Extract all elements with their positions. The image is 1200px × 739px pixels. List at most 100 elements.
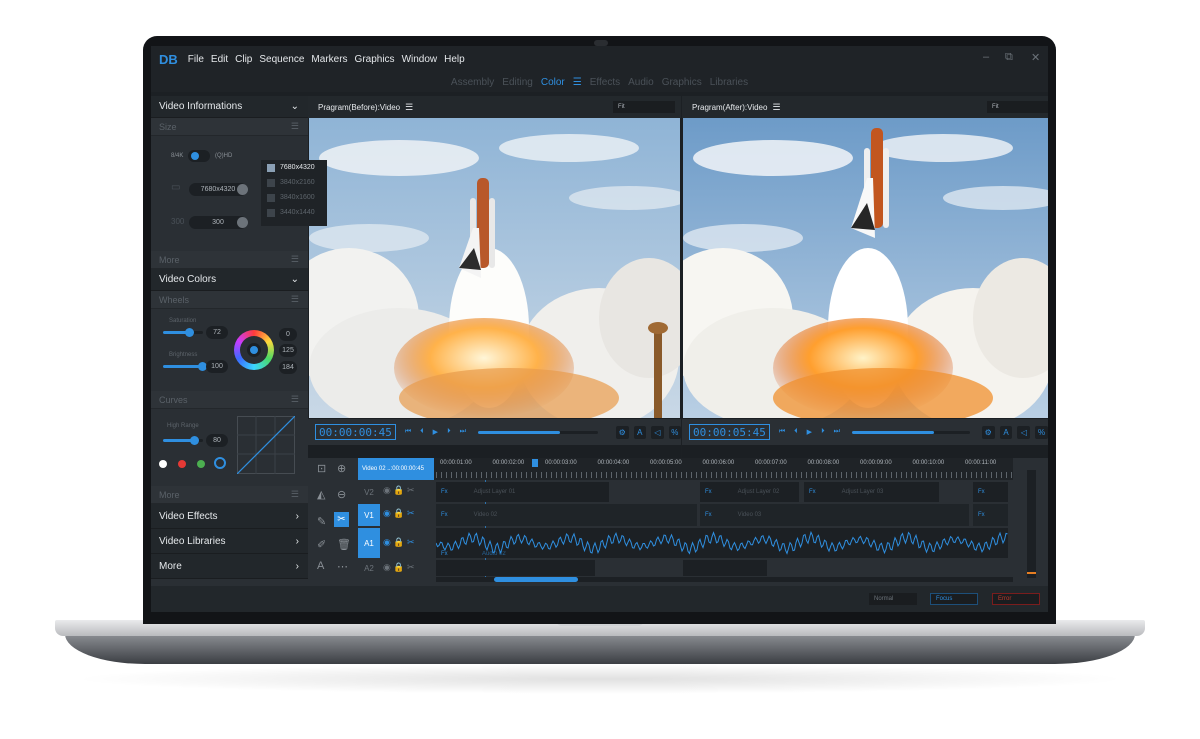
size-section-header[interactable]: Size ☰ (151, 118, 308, 136)
timecode-before[interactable]: 00:00:00:45 (315, 424, 396, 440)
brush-icon[interactable]: ✐ (317, 538, 326, 551)
clip-adjust-03[interactable]: Fx Adjust Layer 03 (804, 482, 940, 502)
status-focus[interactable]: Focus (930, 593, 978, 605)
resolution-option[interactable]: 7680x4320 (261, 160, 327, 175)
green-channel-dot[interactable] (197, 460, 205, 468)
hamburger-icon[interactable]: ☰ (291, 254, 299, 265)
volume-icon[interactable]: ◁ (1017, 425, 1031, 439)
resolution-option[interactable]: 3840x1600 (261, 190, 327, 205)
resolution-stepper-icon[interactable] (237, 184, 248, 195)
zoom-in-icon[interactable]: ⊕ (337, 462, 346, 475)
clip-audio-a2-1[interactable] (436, 560, 596, 576)
tab-audio[interactable]: Audio (628, 77, 654, 88)
clip-audio-a2-2[interactable] (683, 560, 768, 576)
link-icon[interactable]: % (1035, 425, 1048, 439)
play-icon[interactable]: ▶ (807, 428, 812, 436)
step-back-icon[interactable]: ⏴ (794, 428, 798, 436)
high-range-value[interactable]: 80 (206, 434, 228, 447)
skip-back-icon[interactable]: ⏮ (779, 428, 785, 436)
status-normal[interactable]: Normal (869, 593, 917, 605)
timeline-scrollbar[interactable] (436, 577, 1013, 582)
brightness-value[interactable]: 100 (206, 360, 228, 373)
wheels-section-header[interactable]: Wheels ☰ (151, 291, 308, 309)
video-libraries-header[interactable]: Video Libraries › (151, 529, 308, 554)
zoom-fit-icon[interactable]: ⊡ (317, 462, 326, 475)
a2-controls[interactable]: ◉ 🔒 ✂ (383, 562, 415, 573)
more-section-header[interactable]: More ☰ (151, 251, 308, 269)
timecode-after[interactable]: 00:00:05:45 (689, 424, 770, 440)
clip-video-03[interactable]: Fx Video 03 (700, 504, 970, 526)
tab-color[interactable]: Color (541, 77, 565, 88)
restore-icon[interactable]: ⧉ (1005, 51, 1013, 64)
tab-color-menu-icon[interactable]: ☰ (573, 77, 582, 88)
v2-controls[interactable]: ◉ 🔒 ✂ (383, 485, 415, 496)
color-wheel-icon[interactable] (234, 330, 274, 370)
status-error[interactable]: Error (992, 593, 1040, 605)
high-range-handle[interactable] (190, 436, 199, 445)
text-icon[interactable]: A (999, 425, 1013, 439)
step-forward-icon[interactable]: ⏵ (821, 428, 825, 436)
clip-video-02[interactable]: Fx Video 02 (436, 504, 698, 526)
red-channel-dot[interactable] (178, 460, 186, 468)
resolution-toggle[interactable] (188, 150, 210, 162)
menu-markers[interactable]: Markers (311, 54, 347, 65)
menu-edit[interactable]: Edit (211, 54, 228, 65)
trash-icon[interactable]: 🗑 (337, 538, 351, 551)
clip-adjust-04[interactable]: Fx (973, 482, 1009, 502)
blue-value[interactable]: 184 (279, 361, 297, 374)
green-value[interactable]: 125 (279, 344, 297, 357)
scrollbar-thumb[interactable] (494, 577, 578, 582)
step-back-icon[interactable]: ⏴ (420, 428, 424, 436)
hamburger-icon[interactable]: ☰ (772, 102, 780, 113)
ripple-icon[interactable]: ◭ (317, 488, 325, 501)
playhead-marker[interactable] (532, 459, 538, 467)
type-icon[interactable]: A (317, 560, 324, 572)
tab-editing[interactable]: Editing (502, 77, 533, 88)
razor-icon[interactable]: ✂ (334, 512, 349, 527)
dpi-stepper-icon[interactable] (237, 217, 248, 228)
fit-select[interactable]: Fit (613, 101, 675, 113)
track-a1[interactable]: A1 (358, 528, 380, 558)
resolution-option[interactable]: 3840x2160 (261, 175, 327, 190)
scrub-bar-after[interactable] (851, 430, 970, 434)
curves-section-header[interactable]: Curves ☰ (151, 391, 308, 409)
menu-window[interactable]: Window (402, 54, 438, 65)
text-icon[interactable]: A (633, 425, 647, 439)
saturation-handle[interactable] (185, 328, 194, 337)
zoom-out-icon[interactable]: ⊖ (337, 488, 346, 501)
tab-graphics[interactable]: Graphics (662, 77, 702, 88)
saturation-value[interactable]: 72 (206, 326, 228, 339)
step-forward-icon[interactable]: ⏵ (447, 428, 451, 436)
hamburger-icon[interactable]: ☰ (405, 102, 413, 113)
more-icon[interactable]: ⋯ (337, 560, 348, 573)
menu-help[interactable]: Help (444, 54, 465, 65)
video-effects-header[interactable]: Video Effects › (151, 504, 308, 529)
resolution-option[interactable]: 3440x1440 (261, 205, 327, 220)
volume-icon[interactable]: ◁ (651, 425, 664, 439)
track-v1[interactable]: V1 (358, 504, 380, 526)
more-section-header-2[interactable]: More ☰ (151, 486, 308, 504)
scrub-bar-before[interactable] (477, 430, 599, 434)
settings-icon[interactable]: ⚙ (616, 425, 629, 439)
color-wheel-handle[interactable] (247, 343, 261, 357)
skip-forward-icon[interactable]: ⏭ (460, 428, 466, 436)
hamburger-icon[interactable]: ☰ (291, 294, 299, 305)
pen-icon[interactable]: ✎ (317, 515, 326, 528)
clip-audio-02[interactable]: Fx Audio 02 (436, 528, 1009, 558)
hamburger-icon[interactable]: ☰ (291, 394, 299, 405)
track-v2[interactable]: V2 (358, 482, 380, 502)
more-header[interactable]: More › (151, 554, 308, 579)
curve-graph[interactable] (237, 416, 295, 474)
link-icon[interactable]: % (668, 425, 682, 439)
hamburger-icon[interactable]: ☰ (291, 489, 299, 500)
video-colors-header[interactable]: Video Colors ⌄ (151, 269, 308, 291)
clip-video-04[interactable]: Fx (973, 504, 1009, 526)
hamburger-icon[interactable]: ☰ (291, 121, 299, 132)
white-channel-dot[interactable] (159, 460, 167, 468)
menu-sequence[interactable]: Sequence (259, 54, 304, 65)
tab-effects[interactable]: Effects (590, 77, 620, 88)
clip-adjust-01[interactable]: Fx Adjust Layer 01 (436, 482, 610, 502)
skip-forward-icon[interactable]: ⏭ (834, 428, 840, 436)
clip-adjust-02[interactable]: Fx Adjust Layer 02 (700, 482, 800, 502)
skip-back-icon[interactable]: ⏮ (405, 428, 411, 436)
